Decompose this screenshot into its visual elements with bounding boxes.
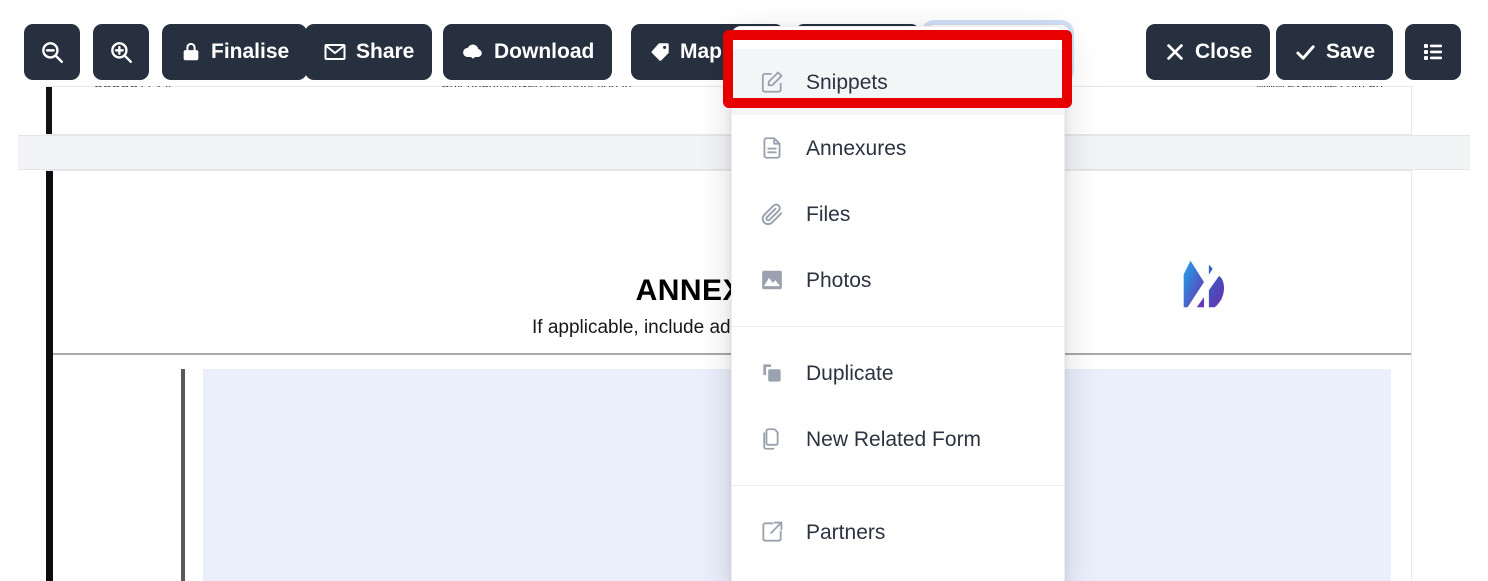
lock-icon	[180, 41, 202, 63]
zoom-out-button[interactable]	[24, 24, 80, 80]
share-button[interactable]: Share	[305, 24, 433, 80]
document-icon	[758, 134, 786, 162]
cloud-download-icon	[461, 40, 485, 64]
app-screen: AAAAA1735/ Any unauthorised reproduction…	[0, 0, 1488, 581]
document-page-current: ANNEXURES If applicable, include additio…	[46, 170, 1412, 581]
zoom-out-icon	[39, 39, 65, 65]
zoom-in-button[interactable]	[93, 24, 149, 80]
actions-dropdown-menu: Snippets Annexures Files Photos Duplicat…	[731, 26, 1065, 581]
document-page-previous: AAAAA1735/ Any unauthorised reproduction…	[46, 78, 1412, 135]
menu-item-label: New Related Form	[806, 427, 982, 451]
menu-item-duplicate[interactable]: Duplicate	[732, 340, 1064, 406]
menu-separator	[732, 485, 1064, 486]
image-icon	[758, 266, 786, 294]
menu-item-annexures[interactable]: Annexures	[732, 115, 1064, 181]
copy-filled-icon	[758, 359, 786, 387]
menu-item-label: Files	[806, 202, 851, 226]
zoom-in-icon	[108, 39, 134, 65]
page-spine	[46, 171, 53, 581]
menu-item-partners[interactable]: Partners	[732, 499, 1064, 565]
finalise-label: Finalise	[211, 40, 290, 63]
menu-item-label: Partners	[806, 520, 886, 544]
copy-outline-icon	[758, 425, 786, 453]
menu-item-label: Photos	[806, 268, 872, 292]
list-menu-button[interactable]	[1405, 24, 1461, 80]
external-link-icon	[758, 518, 786, 546]
body-rule	[181, 369, 185, 581]
save-button[interactable]: Save	[1276, 24, 1394, 80]
close-x-icon	[1164, 41, 1186, 63]
menu-item-new-related-form[interactable]: New Related Form	[732, 406, 1064, 472]
save-label: Save	[1326, 40, 1376, 63]
menu-item-files[interactable]: Files	[732, 181, 1064, 247]
company-logo	[1174, 253, 1236, 315]
download-button[interactable]: Download	[443, 24, 613, 80]
finalise-button[interactable]: Finalise	[162, 24, 308, 80]
menu-item-label: Annexures	[806, 136, 907, 160]
envelope-icon	[323, 40, 347, 64]
check-icon	[1294, 41, 1317, 64]
menu-separator	[732, 326, 1064, 327]
menu-item-label: Snippets	[806, 70, 888, 94]
tag-icon	[649, 41, 671, 63]
paperclip-icon	[758, 200, 786, 228]
menu-item-snippets[interactable]: Snippets	[732, 49, 1064, 115]
list-icon	[1421, 40, 1445, 64]
close-label: Close	[1195, 40, 1253, 63]
close-button[interactable]: Close	[1146, 24, 1271, 80]
menu-item-label: Duplicate	[806, 361, 894, 385]
edit-square-icon	[758, 68, 786, 96]
download-label: Download	[494, 40, 595, 63]
page-spine	[46, 87, 52, 134]
menu-item-photos[interactable]: Photos	[732, 247, 1064, 313]
share-label: Share	[356, 40, 415, 63]
